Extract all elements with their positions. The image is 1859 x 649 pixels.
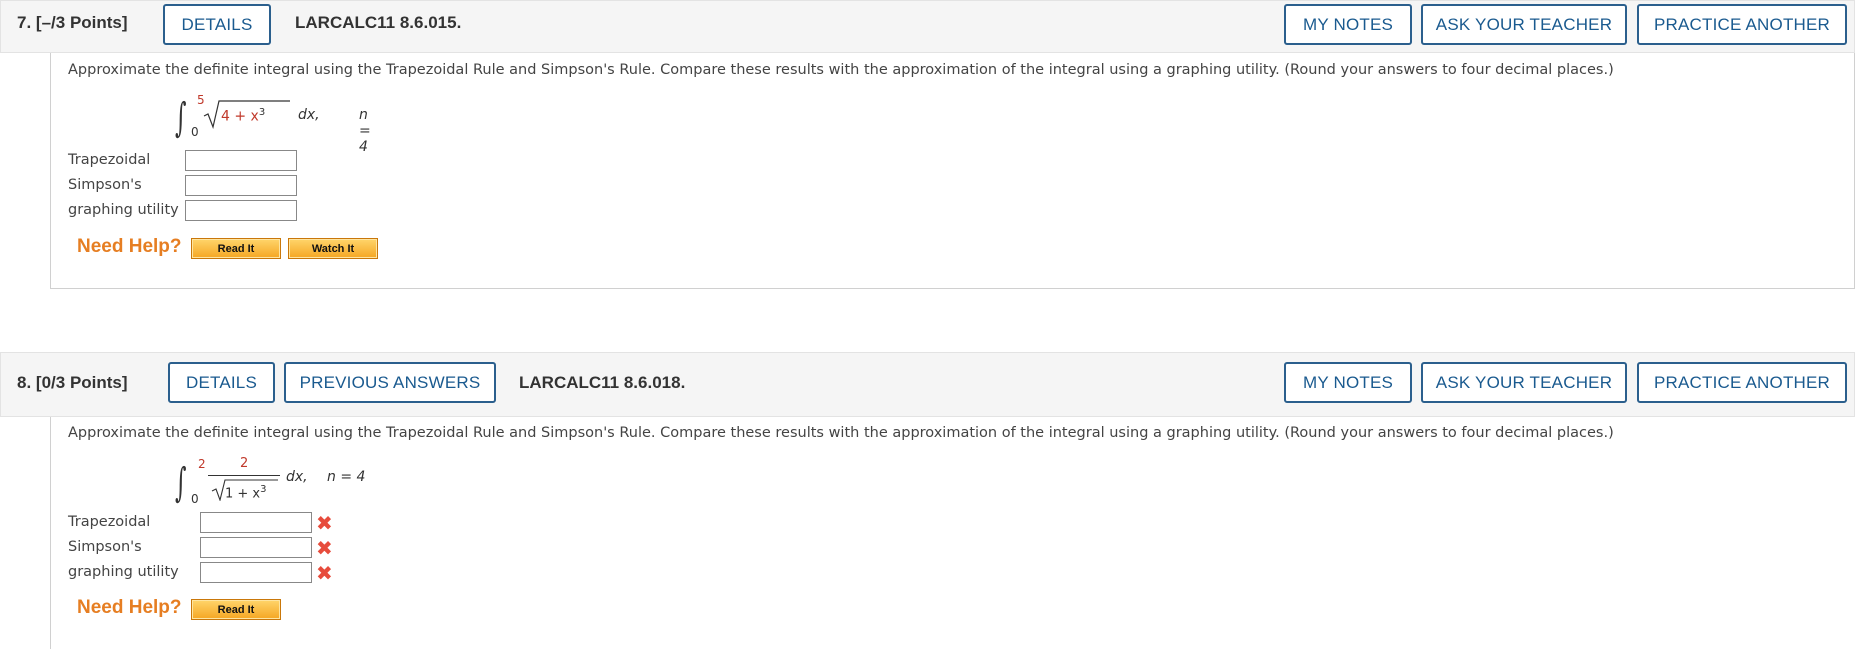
ask-teacher-button[interactable]: ASK YOUR TEACHER <box>1421 362 1627 403</box>
question-code: LARCALC11 8.6.015. <box>295 13 462 32</box>
simpsons-input[interactable] <box>200 537 312 558</box>
graphing-utility-input[interactable] <box>185 200 297 221</box>
question-code: LARCALC11 8.6.018. <box>519 373 686 392</box>
trapezoidal-label: Trapezoidal <box>68 152 151 168</box>
graphing-utility-label: graphing utility <box>68 202 179 218</box>
question-prompt: Approximate the definite integral using … <box>68 62 1614 78</box>
simpsons-input[interactable] <box>185 175 297 196</box>
upper-limit: 2 <box>198 457 206 471</box>
radicand: 1 + x3 <box>225 484 267 502</box>
n-value: n = 4 <box>327 469 366 485</box>
fraction-bar <box>208 475 280 476</box>
lower-limit: 0 <box>191 492 199 506</box>
details-button[interactable]: DETAILS <box>163 4 271 45</box>
graphing-utility-input[interactable] <box>200 562 312 583</box>
need-help-label: Need Help? <box>77 236 182 257</box>
integral-expression: ∫ 2 0 2 1 + x3 dx, n = 4 <box>128 455 388 513</box>
my-notes-button[interactable]: MY NOTES <box>1284 4 1412 45</box>
numerator: 2 <box>240 456 249 471</box>
details-button[interactable]: DETAILS <box>168 362 275 403</box>
question-points: 8. [0/3 Points] <box>17 373 128 392</box>
simpsons-label: Simpson's <box>68 177 142 193</box>
lower-limit: 0 <box>191 125 199 139</box>
previous-answers-button[interactable]: PREVIOUS ANSWERS <box>284 362 496 403</box>
trapezoidal-label: Trapezoidal <box>68 514 151 530</box>
trapezoidal-input[interactable] <box>200 512 312 533</box>
question-body: Approximate the definite integral using … <box>50 53 1855 289</box>
question-points: 7. [–/3 Points] <box>17 13 128 32</box>
differential: dx, <box>286 469 308 485</box>
trapezoidal-input[interactable] <box>185 150 297 171</box>
x-mark-icon: ✖ <box>316 561 333 585</box>
integral-sign: ∫ <box>175 460 187 506</box>
x-mark-icon: ✖ <box>316 511 333 535</box>
need-help-label: Need Help? <box>77 597 182 618</box>
differential: dx, <box>298 107 320 123</box>
question-prompt: Approximate the definite integral using … <box>68 425 1614 441</box>
my-notes-button[interactable]: MY NOTES <box>1284 362 1412 403</box>
read-it-button[interactable]: Read It <box>191 599 281 620</box>
question-header: 8. [0/3 Points] DETAILS PREVIOUS ANSWERS… <box>0 352 1855 417</box>
n-value: n = 4 <box>359 107 371 155</box>
x-mark-icon: ✖ <box>316 536 333 560</box>
ask-teacher-button[interactable]: ASK YOUR TEACHER <box>1421 4 1627 45</box>
integral-expression: ∫ 5 0 4 + x3 dx, n = 4 <box>128 93 371 155</box>
read-it-button[interactable]: Read It <box>191 238 281 259</box>
simpsons-label: Simpson's <box>68 539 142 555</box>
practice-another-button[interactable]: PRACTICE ANOTHER <box>1637 362 1847 403</box>
question-header: 7. [–/3 Points] DETAILS LARCALC11 8.6.01… <box>0 0 1855 53</box>
question-body: Approximate the definite integral using … <box>50 417 1855 649</box>
integral-sign: ∫ <box>175 95 187 141</box>
radicand: 4 + x3 <box>221 107 266 125</box>
practice-another-button[interactable]: PRACTICE ANOTHER <box>1637 4 1847 45</box>
graphing-utility-label: graphing utility <box>68 564 179 580</box>
watch-it-button[interactable]: Watch It <box>288 238 378 259</box>
